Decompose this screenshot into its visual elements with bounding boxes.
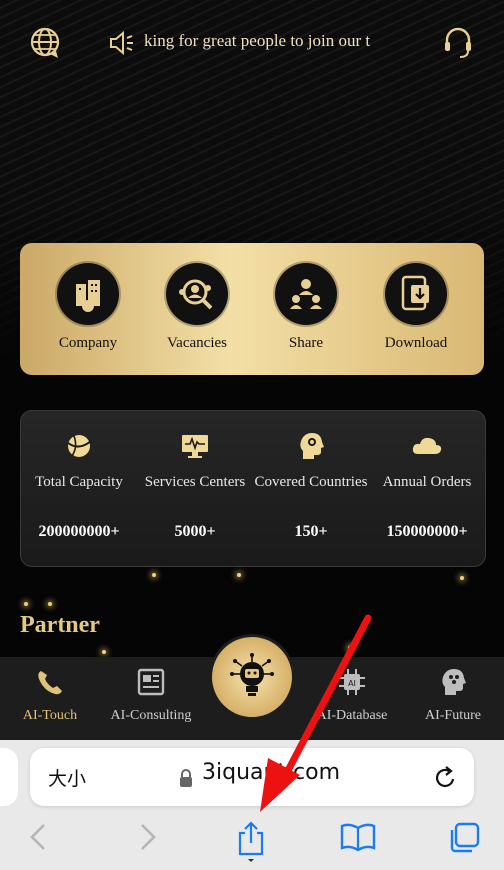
- red-arrow-annotation: [260, 614, 372, 812]
